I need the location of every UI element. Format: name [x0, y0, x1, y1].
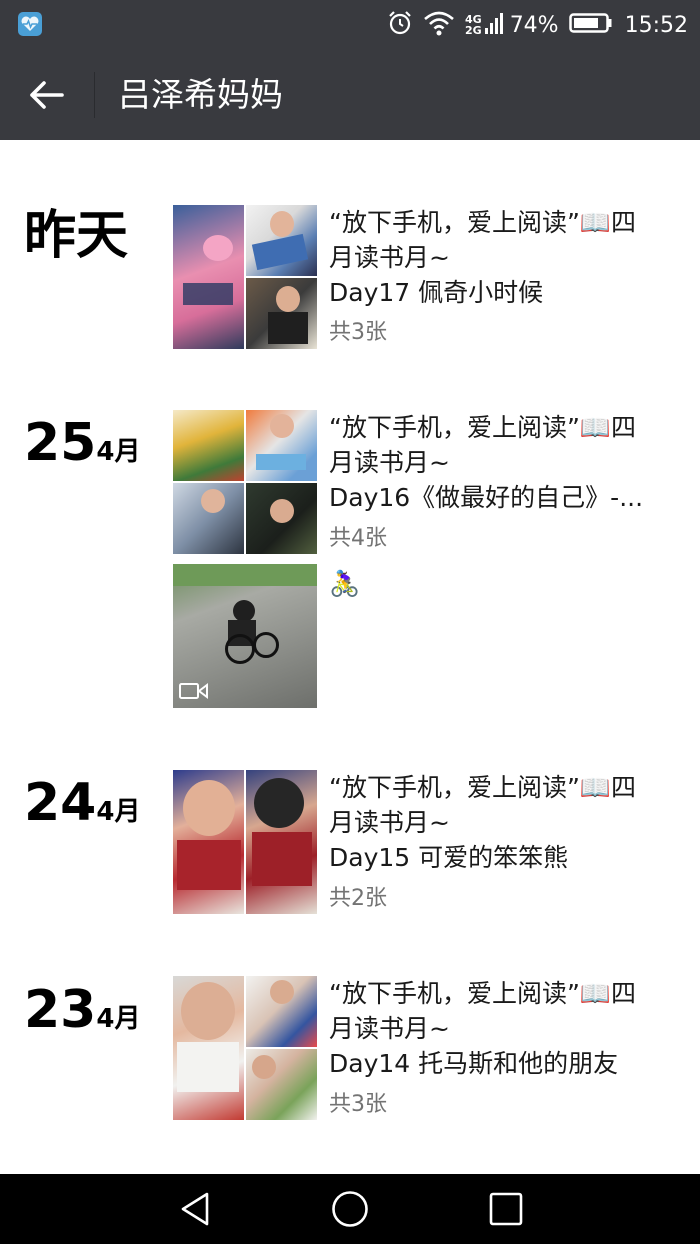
nav-back-button[interactable]: [175, 1189, 215, 1229]
post-text-line: “放下手机，爱上阅读”📖四: [329, 413, 637, 442]
photo-thumbnail[interactable]: [246, 976, 317, 1047]
photo-count: 共4张: [329, 526, 387, 551]
network-type: 4G 2G: [465, 14, 482, 36]
wifi-icon: [423, 10, 455, 40]
system-nav-bar: [0, 1174, 700, 1244]
back-button[interactable]: [24, 72, 70, 118]
post-text[interactable]: “放下手机，爱上阅读”📖四 月读书月~ Day15 可爱的笨笨熊: [329, 770, 669, 875]
date-label: 234月: [24, 980, 140, 1040]
alarm-icon: [387, 10, 413, 40]
photo-thumbnail[interactable]: [246, 770, 317, 914]
status-icons: 4G 2G 74% 15:52: [377, 0, 688, 50]
health-app-icon: [18, 12, 42, 36]
photo-thumbnail-grid[interactable]: [173, 205, 317, 349]
battery-percent: 74%: [509, 12, 559, 38]
post-text-line: “放下手机，爱上阅读”📖四: [329, 979, 637, 1008]
post-text-line: 月读书月~: [329, 808, 450, 837]
photo-thumbnail[interactable]: [246, 205, 317, 276]
post-text-line: 月读书月~: [329, 448, 450, 477]
post-text-line: Day15 可爱的笨笨熊: [329, 843, 569, 872]
video-caption-text: 🚴‍♀️: [329, 569, 361, 598]
date-day: 24: [24, 773, 97, 833]
battery-icon: [568, 11, 613, 39]
photo-thumbnail-grid[interactable]: [173, 770, 317, 914]
photo-thumbnail-grid[interactable]: [173, 410, 317, 554]
post-text-line: Day17 佩奇小时候: [329, 278, 544, 307]
post-text-line: “放下手机，爱上阅读”📖四: [329, 208, 637, 237]
date-month: 4月: [96, 437, 141, 467]
nav-recent-icon: [489, 1192, 523, 1226]
photo-thumbnail[interactable]: [246, 410, 317, 481]
post-text-line: Day16《做最好的自己》-...: [329, 483, 644, 512]
post-text-line: 月读书月~: [329, 243, 450, 272]
nav-home-icon: [332, 1191, 368, 1227]
photo-thumbnail[interactable]: [246, 483, 317, 554]
photo-thumbnail[interactable]: [173, 976, 244, 1120]
clock: 15:52: [624, 12, 688, 38]
photo-thumbnail[interactable]: [246, 278, 317, 349]
page-title: 吕泽希妈妈: [118, 75, 283, 114]
post-text[interactable]: “放下手机，爱上阅读”📖四 月读书月~ Day14 托马斯和他的朋友: [329, 976, 669, 1081]
network-type-bottom: 2G: [465, 24, 482, 37]
date-month: 4月: [96, 797, 141, 827]
back-arrow-icon: [30, 81, 64, 109]
post-text[interactable]: “放下手机，爱上阅读”📖四 月读书月~ Day17 佩奇小时候: [329, 205, 669, 310]
date-day: 25: [24, 413, 97, 473]
date-label: 昨天: [24, 206, 128, 266]
video-icon: [179, 683, 208, 699]
photo-count: 共2张: [329, 886, 387, 911]
title-bar: 吕泽希妈妈: [0, 50, 700, 140]
photo-count: 共3张: [329, 320, 387, 345]
nav-back-icon: [181, 1192, 209, 1226]
video-caption[interactable]: 🚴‍♀️: [329, 566, 669, 601]
date-label: 244月: [24, 773, 140, 833]
status-bar: 4G 2G 74% 15:52: [0, 0, 700, 50]
date-day: 23: [24, 980, 97, 1040]
photo-thumbnail[interactable]: [246, 1049, 317, 1120]
post-text-line: 月读书月~: [329, 1014, 450, 1043]
date-label: 254月: [24, 413, 140, 473]
date-month: 4月: [96, 1004, 141, 1034]
photo-thumbnail[interactable]: [173, 410, 244, 481]
photo-thumbnail-grid[interactable]: [173, 976, 317, 1120]
photo-thumbnail[interactable]: [173, 483, 244, 554]
photo-thumbnail[interactable]: [173, 205, 244, 349]
video-thumbnail[interactable]: [173, 564, 317, 708]
nav-recent-button[interactable]: [486, 1189, 526, 1229]
title-divider: [94, 72, 95, 118]
post-text-line: Day14 托马斯和他的朋友: [329, 1049, 619, 1078]
post-text-line: “放下手机，爱上阅读”📖四: [329, 773, 637, 802]
signal-icon: [484, 10, 504, 40]
photo-thumbnail[interactable]: [173, 770, 244, 914]
photo-count: 共3张: [329, 1092, 387, 1117]
nav-home-button[interactable]: [330, 1189, 370, 1229]
date-yesterday: 昨天: [24, 206, 129, 266]
post-text[interactable]: “放下手机，爱上阅读”📖四 月读书月~ Day16《做最好的自己》-...: [329, 410, 669, 515]
